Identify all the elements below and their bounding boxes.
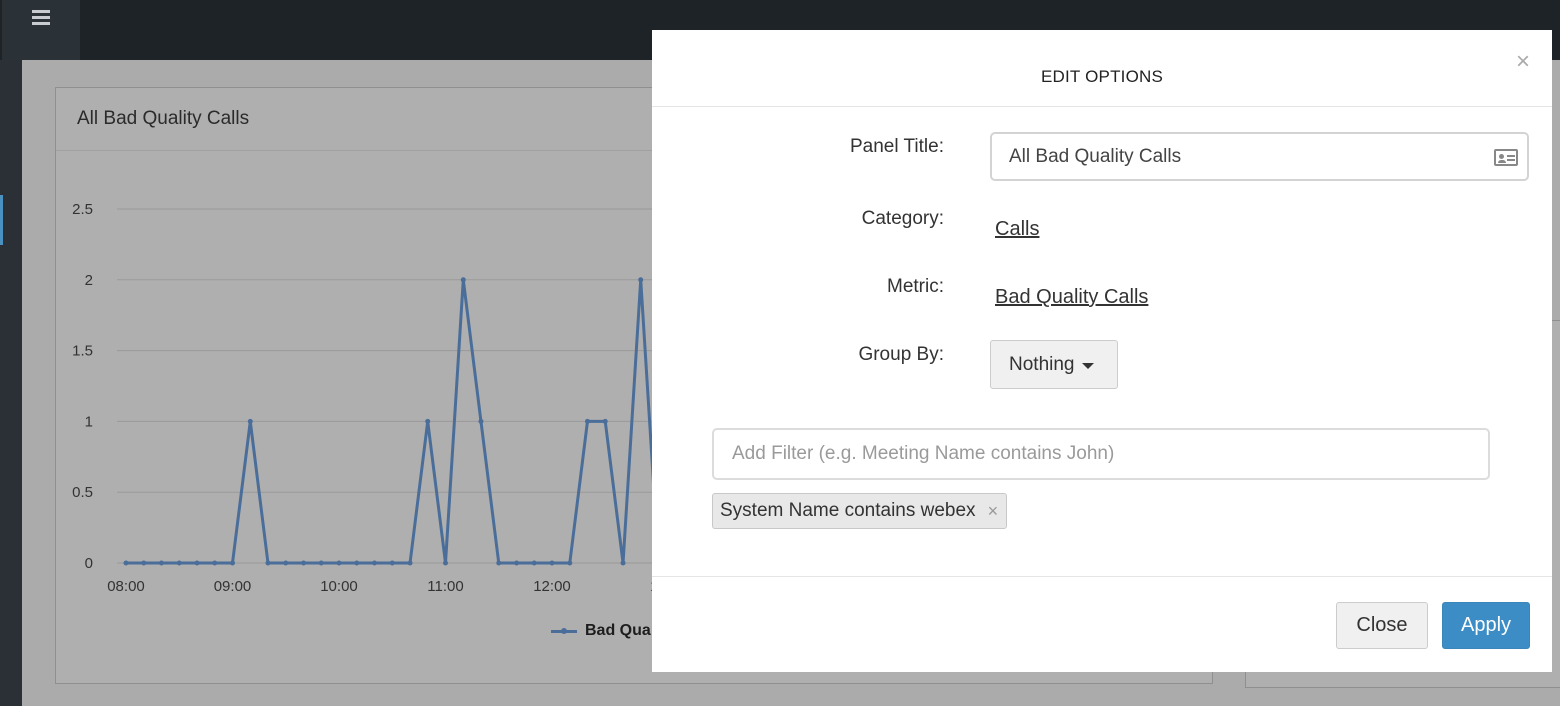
data-point [230, 560, 235, 566]
data-point [602, 418, 608, 424]
y-tick-label: 0.5 [72, 484, 93, 501]
data-point [620, 560, 626, 566]
data-point [283, 560, 289, 566]
close-icon[interactable]: × [1516, 48, 1530, 76]
modal-header: EDIT OPTIONS × [652, 30, 1552, 107]
data-point [638, 277, 644, 283]
chart-legend[interactable]: Bad Qua [551, 622, 651, 640]
data-point [407, 560, 413, 566]
data-point [123, 560, 129, 566]
close-button[interactable]: Close [1336, 602, 1428, 649]
panel-title-input[interactable] [990, 132, 1529, 181]
y-tick-label: 1.5 [72, 343, 93, 360]
x-tick-label: 09:00 [214, 578, 252, 595]
data-point [247, 418, 253, 424]
data-point [478, 418, 484, 424]
data-point [301, 560, 307, 566]
data-point [567, 560, 573, 566]
legend-swatch [551, 627, 577, 634]
data-point [371, 560, 377, 566]
data-point [194, 560, 200, 566]
data-point [318, 560, 324, 566]
legend-label: Bad Qua [585, 622, 651, 639]
group-by-dropdown[interactable]: Nothing [990, 340, 1118, 389]
data-point [514, 560, 520, 566]
category-label: Category: [861, 208, 944, 229]
data-point [265, 560, 271, 566]
add-filter-input[interactable] [712, 428, 1490, 480]
data-point [531, 560, 537, 566]
data-point [389, 560, 395, 566]
category-link[interactable]: Calls [995, 218, 1039, 241]
x-tick-label: 08:00 [107, 578, 145, 595]
y-tick-label: 0 [85, 555, 93, 572]
metric-link[interactable]: Bad Quality Calls [995, 286, 1148, 309]
y-tick-label: 2.5 [72, 201, 93, 218]
x-tick-label: 12:00 [533, 578, 571, 595]
data-point [141, 560, 147, 566]
filter-chip-label: System Name contains webex [720, 500, 976, 521]
panel-title-label: Panel Title: [850, 136, 944, 157]
data-point [584, 418, 590, 424]
chevron-down-icon [1081, 363, 1094, 369]
data-point [158, 560, 164, 566]
x-tick-label: 11:00 [427, 578, 463, 595]
metric-label: Metric: [887, 276, 944, 297]
data-point [549, 560, 555, 566]
data-point [496, 560, 502, 566]
data-point [354, 560, 360, 566]
group-by-value: Nothing [1009, 353, 1075, 375]
data-point [176, 560, 182, 566]
apply-button[interactable]: Apply [1442, 602, 1530, 649]
x-tick-label: 10:00 [320, 578, 358, 595]
modal-footer: Close Apply [652, 576, 1552, 673]
data-point [425, 418, 431, 424]
modal-title: EDIT OPTIONS [1040, 67, 1164, 86]
filter-chip: System Name contains webex × [712, 493, 1008, 529]
y-tick-label: 2 [85, 272, 93, 289]
data-point [212, 560, 218, 566]
data-point [443, 560, 448, 566]
y-tick-label: 1 [85, 413, 93, 430]
id-card-icon [1494, 149, 1518, 166]
data-point [460, 277, 466, 283]
data-point [336, 560, 342, 566]
remove-filter-icon[interactable]: × [988, 501, 999, 522]
edit-options-modal: EDIT OPTIONS × Panel Title: Category: Ca… [652, 30, 1552, 672]
group-by-label: Group By: [858, 344, 944, 365]
